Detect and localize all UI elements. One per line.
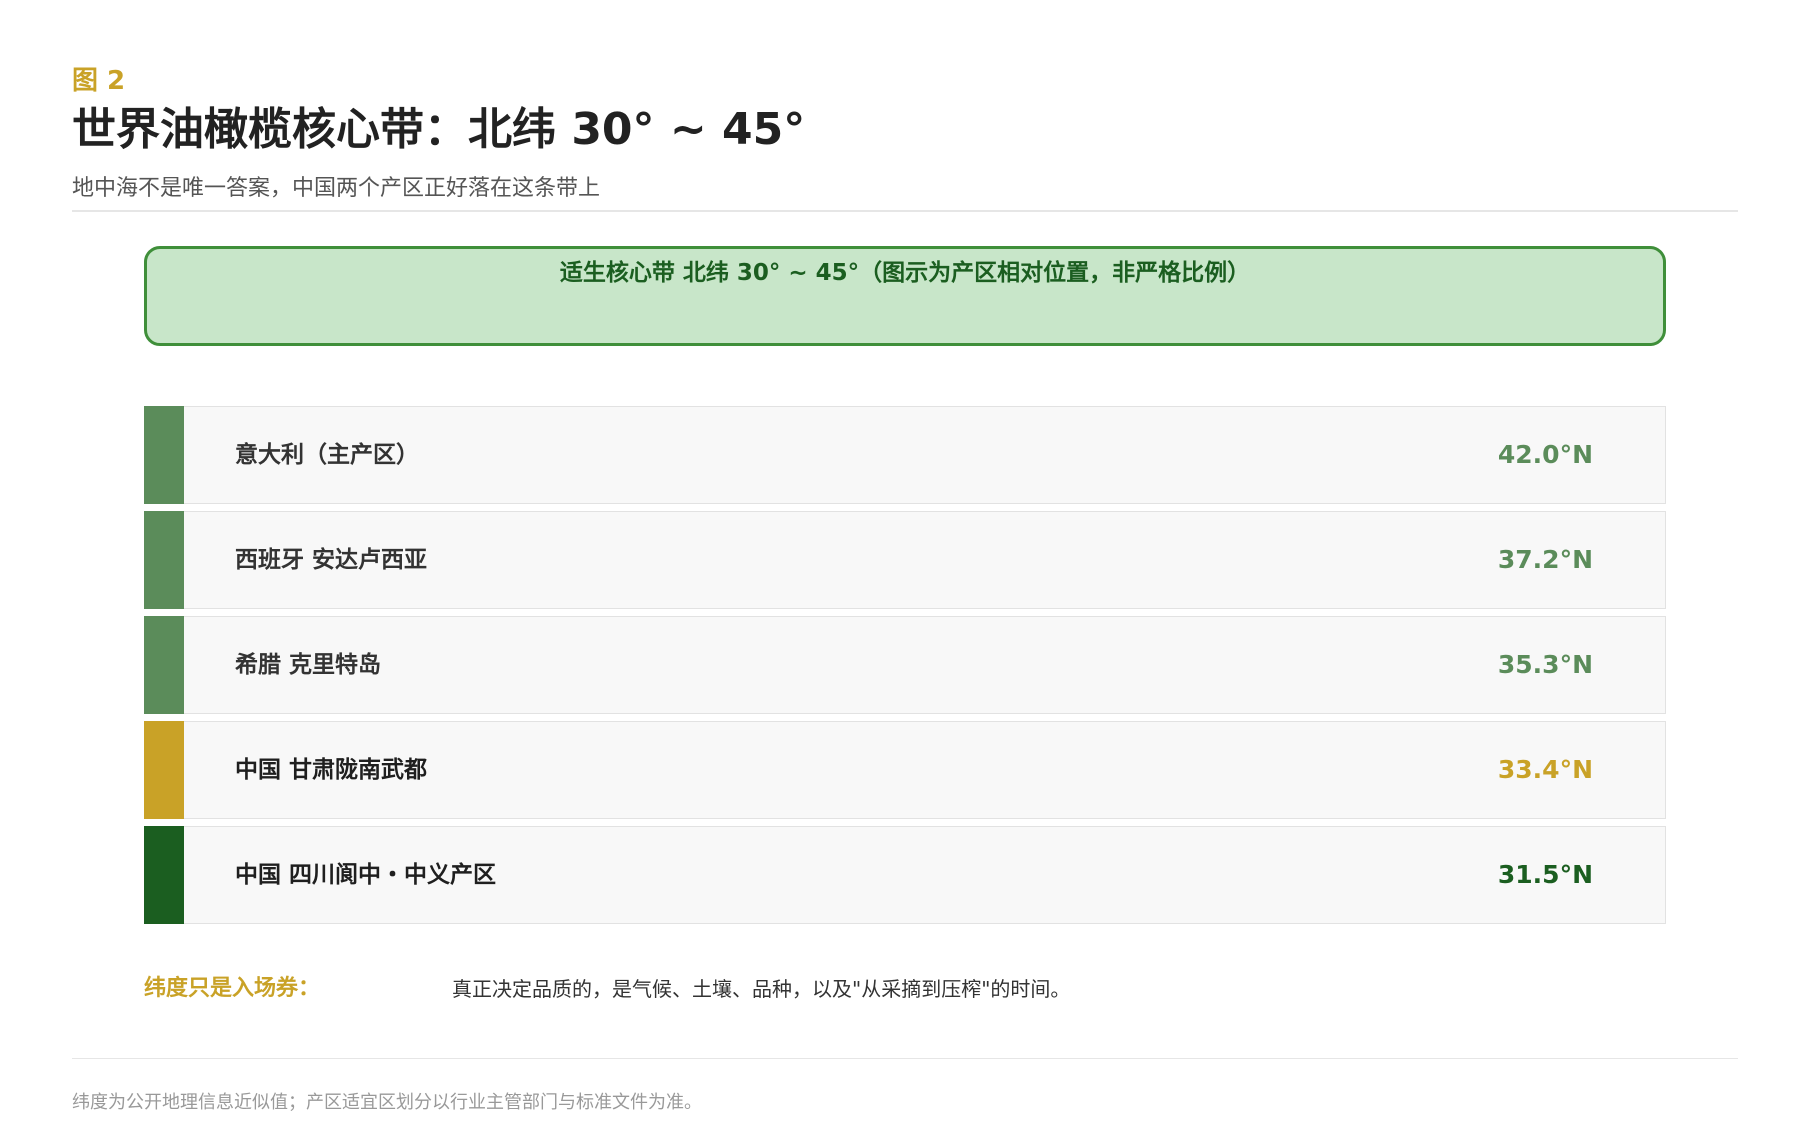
region-name: 中国 四川阆中・中义产区 <box>235 862 497 888</box>
region-list: 意大利（主产区） 42.0°N 西班牙 安达卢西亚 37.2°N 希腊 克里特岛… <box>144 406 1666 931</box>
page-title: 世界油橄榄核心带：北纬 30° ~ 45° <box>72 104 806 155</box>
note-text: 真正决定品质的，是气候、土壤、品种，以及"从采摘到压榨"的时间。 <box>452 977 1071 1001</box>
core-belt-band: 适生核心带 北纬 30° ~ 45°（图示为产区相对位置，非严格比例） <box>144 246 1666 346</box>
core-belt-label: 适生核心带 北纬 30° ~ 45°（图示为产区相对位置，非严格比例） <box>559 260 1251 286</box>
figure-label: 图 2 <box>72 66 126 96</box>
region-color-bar <box>144 511 184 609</box>
region-row-sichuan: 中国 四川阆中・中义产区 31.5°N <box>144 826 1666 924</box>
region-latitude: 31.5°N <box>1497 860 1593 889</box>
region-latitude: 33.4°N <box>1497 755 1593 784</box>
region-name: 中国 甘肃陇南武都 <box>235 757 428 783</box>
note-label: 纬度只是入场券： <box>144 976 321 1001</box>
region-latitude: 37.2°N <box>1497 545 1593 574</box>
region-name: 西班牙 安达卢西亚 <box>235 547 428 573</box>
footer-divider <box>72 1058 1738 1059</box>
region-row-greece: 希腊 克里特岛 35.3°N <box>144 616 1666 714</box>
region-row-italy: 意大利（主产区） 42.0°N <box>144 406 1666 504</box>
page-subtitle: 地中海不是唯一答案，中国两个产区正好落在这条带上 <box>72 176 601 201</box>
region-color-bar <box>144 826 184 924</box>
region-color-bar <box>144 721 184 819</box>
region-color-bar <box>144 406 184 504</box>
region-color-bar <box>144 616 184 714</box>
header-divider <box>72 210 1738 212</box>
region-latitude: 42.0°N <box>1497 440 1593 469</box>
region-row-gansu: 中国 甘肃陇南武都 33.4°N <box>144 721 1666 819</box>
region-name: 希腊 克里特岛 <box>235 652 382 678</box>
region-row-spain: 西班牙 安达卢西亚 37.2°N <box>144 511 1666 609</box>
footnote: 纬度为公开地理信息近似值；产区适宜区划分以行业主管部门与标准文件为准。 <box>72 1092 702 1113</box>
region-name: 意大利（主产区） <box>235 442 419 468</box>
region-latitude: 35.3°N <box>1497 650 1593 679</box>
